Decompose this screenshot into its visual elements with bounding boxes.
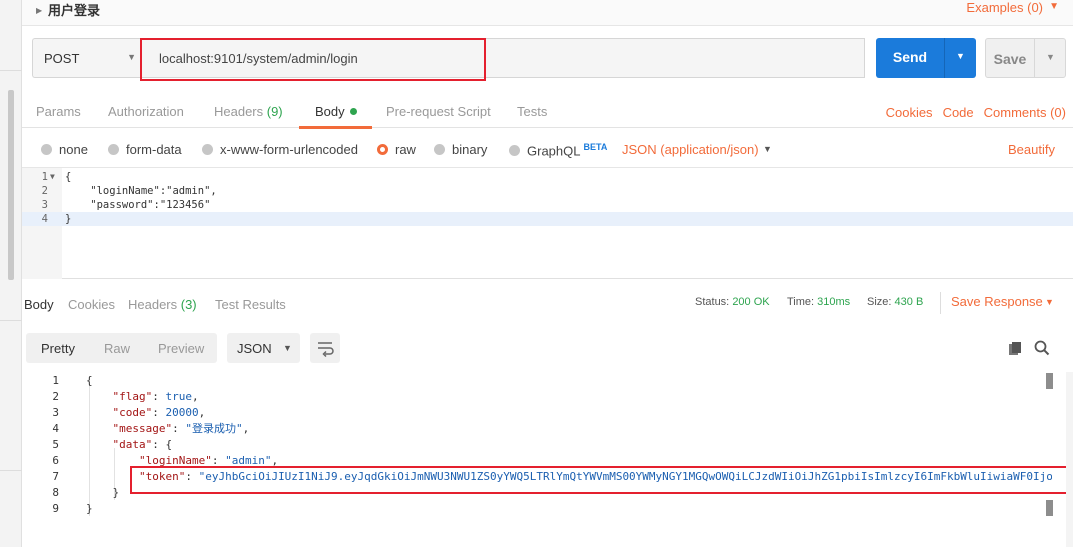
chevron-down-icon[interactable]: ▼ — [945, 51, 976, 61]
time-readout: Time: 310ms — [787, 296, 851, 308]
beta-badge: BETA — [583, 142, 608, 152]
response-body-viewer[interactable]: 1{ 2 "flag": true, 3 "code": 20000, 4 "m… — [22, 372, 1073, 547]
radio-selected-icon — [377, 144, 388, 155]
view-raw[interactable]: Raw — [104, 341, 130, 356]
body-type-options: none form-data x-www-form-urlencoded raw… — [22, 137, 1073, 163]
request-panel: ▶ 用户登录 Examples (0) ▼ POST ▼ localhost:9… — [22, 0, 1073, 547]
radio-urlencoded[interactable]: x-www-form-urlencoded — [202, 142, 358, 157]
save-label: Save — [993, 51, 1027, 67]
beautify-link[interactable]: Beautify — [1008, 142, 1055, 157]
scrollbar[interactable] — [8, 90, 14, 280]
radio-circle-icon — [108, 144, 119, 155]
radio-circle-icon — [202, 144, 213, 155]
chevron-down-icon[interactable]: ▼ — [1045, 297, 1054, 307]
active-dot-icon — [349, 108, 357, 115]
divider — [0, 70, 22, 71]
tab-tests[interactable]: Tests — [517, 104, 547, 119]
fold-arrow-icon: ▼ — [50, 172, 55, 181]
radio-circle-icon — [509, 145, 520, 157]
code-line: 4 "message": "登录成功", — [52, 422, 250, 435]
wrap-icon — [318, 342, 334, 358]
save-response-button[interactable]: Save Response — [951, 294, 1043, 309]
format-select[interactable]: JSON ▼ — [227, 333, 300, 363]
radio-none[interactable]: none — [41, 142, 88, 157]
code-line: 5 "data": { — [52, 438, 173, 451]
chevron-down-icon[interactable]: ▼ — [1049, 1, 1059, 12]
request-body-editor[interactable]: 1 ▼ { 2 "loginName":"admin", 3 "password"… — [22, 167, 1073, 279]
radio-circle-icon — [41, 144, 52, 155]
tab-params[interactable]: Params — [36, 104, 81, 119]
view-pretty[interactable]: Pretty — [41, 341, 75, 356]
status-readout: Status: 200 OK — [695, 296, 770, 308]
side-panel-edge — [0, 0, 22, 547]
chevron-down-icon[interactable]: ▼ — [763, 144, 772, 154]
chevron-down-icon: ▼ — [127, 52, 136, 62]
code-line: 1{ — [52, 374, 93, 387]
highlight-annotation — [140, 38, 486, 81]
chevron-down-icon[interactable]: ▼ — [1035, 52, 1066, 62]
scrollbar-thumb[interactable] — [1046, 500, 1053, 516]
search-icon[interactable] — [1034, 340, 1050, 356]
tab-response-cookies[interactable]: Cookies — [68, 297, 115, 312]
code-line: 9} — [52, 502, 93, 515]
request-links: Cookies Code Comments (0) — [876, 105, 1066, 120]
send-label: Send — [892, 49, 928, 65]
request-name[interactable]: 用户登录 — [48, 0, 100, 19]
code-link[interactable]: Code — [943, 105, 974, 120]
radio-raw[interactable]: raw — [377, 142, 416, 157]
format-value: JSON — [237, 341, 272, 356]
tab-body[interactable]: Body — [315, 104, 357, 119]
content-type-select[interactable]: JSON (application/json) — [622, 142, 759, 157]
chevron-down-icon: ▼ — [283, 343, 292, 353]
tab-test-results[interactable]: Test Results — [215, 297, 286, 312]
scrollbar-track[interactable] — [1066, 372, 1073, 547]
comments-link[interactable]: Comments (0) — [984, 105, 1066, 120]
code-line-active: 4 } — [22, 212, 1073, 226]
save-button[interactable]: Save ▼ — [985, 38, 1066, 78]
radio-form-data[interactable]: form-data — [108, 142, 182, 157]
tab-response-headers[interactable]: Headers (3) — [128, 297, 197, 312]
radio-circle-icon — [434, 144, 445, 155]
send-button[interactable]: Send ▼ — [876, 38, 976, 78]
examples-link[interactable]: Examples (0) — [966, 0, 1043, 15]
divider — [940, 292, 941, 314]
tab-pre-request-script[interactable]: Pre-request Script — [386, 104, 491, 119]
divider — [0, 320, 22, 321]
scrollbar-thumb[interactable] — [1046, 373, 1053, 389]
code-line: 3 "code": 20000, — [52, 406, 206, 419]
radio-graphql[interactable]: GraphQL BETA — [509, 142, 607, 158]
size-readout: Size: 430 B — [867, 296, 924, 308]
method-value: POST — [44, 51, 80, 66]
divider — [0, 470, 22, 471]
code-line: 3 "password":"123456" — [41, 199, 211, 211]
method-select[interactable]: POST ▼ — [32, 38, 140, 78]
code-line: 2 "loginName":"admin", — [41, 185, 217, 197]
highlight-annotation — [130, 466, 1070, 494]
view-mode-group: Pretty Raw Preview — [26, 333, 217, 363]
copy-icon[interactable] — [1008, 341, 1024, 357]
wrap-lines-button[interactable] — [310, 333, 340, 363]
view-preview[interactable]: Preview — [158, 341, 204, 356]
request-title-bar: ▶ 用户登录 Examples (0) ▼ — [22, 0, 1073, 26]
tab-response-body[interactable]: Body — [24, 297, 54, 312]
radio-binary[interactable]: binary — [434, 142, 487, 157]
code-line: 2 "flag": true, — [52, 390, 199, 403]
collapse-caret-icon[interactable]: ▶ — [36, 6, 42, 15]
tab-authorization[interactable]: Authorization — [108, 104, 184, 119]
active-tab-indicator — [299, 126, 372, 129]
tab-headers[interactable]: Headers (9) — [214, 104, 283, 119]
code-line: 1 ▼ { — [41, 171, 72, 183]
cookies-link[interactable]: Cookies — [886, 105, 933, 120]
